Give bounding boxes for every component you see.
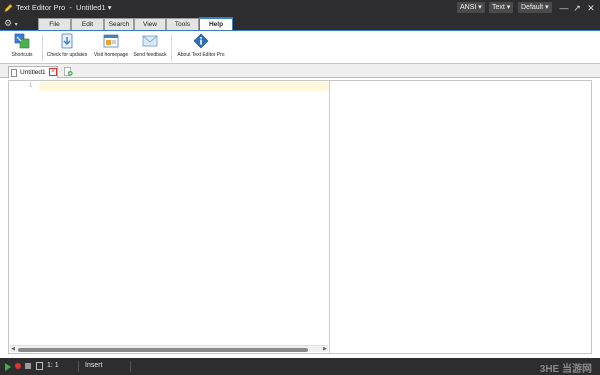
check-updates-label: Check for updates	[46, 52, 88, 58]
document-tab[interactable]: Untitled1 ×	[8, 66, 58, 78]
macro-stop-icon[interactable]	[25, 363, 31, 369]
visit-homepage-button[interactable]: Visit homepage	[92, 33, 130, 63]
title-bar: Text Editor Pro - Untitled1 ▾ ANSI ▾ Tex…	[0, 0, 600, 16]
mode-dropdown[interactable]: Text ▾	[489, 2, 514, 13]
document-tab-bar: Untitled1 ×	[0, 64, 600, 78]
ribbon-separator	[42, 35, 43, 61]
close-button[interactable]: ✕	[585, 2, 597, 14]
line-number: 1	[29, 83, 33, 89]
status-bar: 1: 1 Insert 3HE 当游网	[0, 358, 600, 375]
close-tab-icon[interactable]: ×	[49, 68, 57, 76]
shortcuts-icon	[14, 33, 30, 49]
tab-tools[interactable]: Tools	[166, 18, 199, 30]
status-divider	[130, 361, 131, 372]
insert-mode-indicator[interactable]: Insert	[85, 362, 103, 369]
horizontal-scrollbar[interactable]: ◀ ▶	[10, 345, 328, 352]
visit-homepage-label: Visit homepage	[93, 52, 129, 58]
document-icon	[11, 69, 17, 77]
chevron-down-icon: ▾	[478, 4, 482, 11]
shortcuts-button[interactable]: Shortcuts	[8, 33, 36, 63]
scroll-left-icon[interactable]: ◀	[10, 346, 16, 353]
send-feedback-label: Send feedback	[133, 52, 167, 58]
mail-icon	[142, 35, 158, 47]
shortcuts-label: Shortcuts	[11, 52, 33, 58]
scrollbar-thumb[interactable]	[18, 348, 308, 352]
download-icon	[61, 33, 73, 49]
new-tab-icon[interactable]	[64, 67, 73, 76]
encoding-dropdown[interactable]: ANSI ▾	[457, 2, 485, 13]
check-updates-button[interactable]: Check for updates	[46, 33, 88, 63]
maximize-button[interactable]: ↗	[571, 2, 583, 14]
cursor-position: 1: 1	[47, 362, 59, 369]
current-line-highlight	[39, 82, 329, 91]
info-icon	[193, 33, 209, 49]
macro-record-icon[interactable]	[15, 363, 21, 369]
tab-edit[interactable]: Edit	[71, 18, 104, 30]
app-pen-icon	[4, 4, 13, 13]
tab-search[interactable]: Search	[104, 18, 134, 30]
scroll-right-icon[interactable]: ▶	[322, 346, 328, 353]
tab-file[interactable]: File	[38, 18, 71, 30]
ribbon-panel: Shortcuts Check for updates Visit homepa…	[0, 30, 600, 64]
tab-help[interactable]: Help	[199, 17, 233, 31]
cursor-position-icon	[36, 362, 43, 370]
homepage-icon	[103, 34, 119, 48]
settings-menu-button[interactable]: ⚙ ▾	[4, 17, 34, 29]
about-label: About Text Editor Pro	[177, 52, 225, 58]
split-pane-divider[interactable]	[329, 81, 330, 353]
editor-area[interactable]: 1 ◀ ▶	[8, 80, 592, 354]
tab-view[interactable]: View	[134, 18, 166, 30]
window-title: Text Editor Pro - Untitled1 ▾	[16, 3, 112, 12]
title-menu-chevron-icon: ▾	[107, 3, 112, 12]
chevron-down-icon: ▾	[14, 22, 18, 28]
chevron-down-icon: ▾	[545, 4, 549, 11]
send-feedback-button[interactable]: Send feedback	[132, 33, 168, 63]
macro-play-icon[interactable]	[5, 363, 11, 371]
about-button[interactable]: About Text Editor Pro	[176, 33, 226, 63]
status-divider	[78, 361, 79, 372]
ribbon-separator	[171, 35, 172, 61]
gear-icon: ⚙	[4, 18, 13, 28]
chevron-down-icon: ▾	[506, 4, 511, 11]
document-tab-label: Untitled1	[20, 69, 46, 76]
line-number-gutter: 1	[9, 81, 39, 353]
minimize-button[interactable]: —	[558, 2, 570, 14]
watermark: 3HE 当游网	[539, 364, 592, 375]
theme-dropdown[interactable]: Default ▾	[518, 2, 552, 13]
